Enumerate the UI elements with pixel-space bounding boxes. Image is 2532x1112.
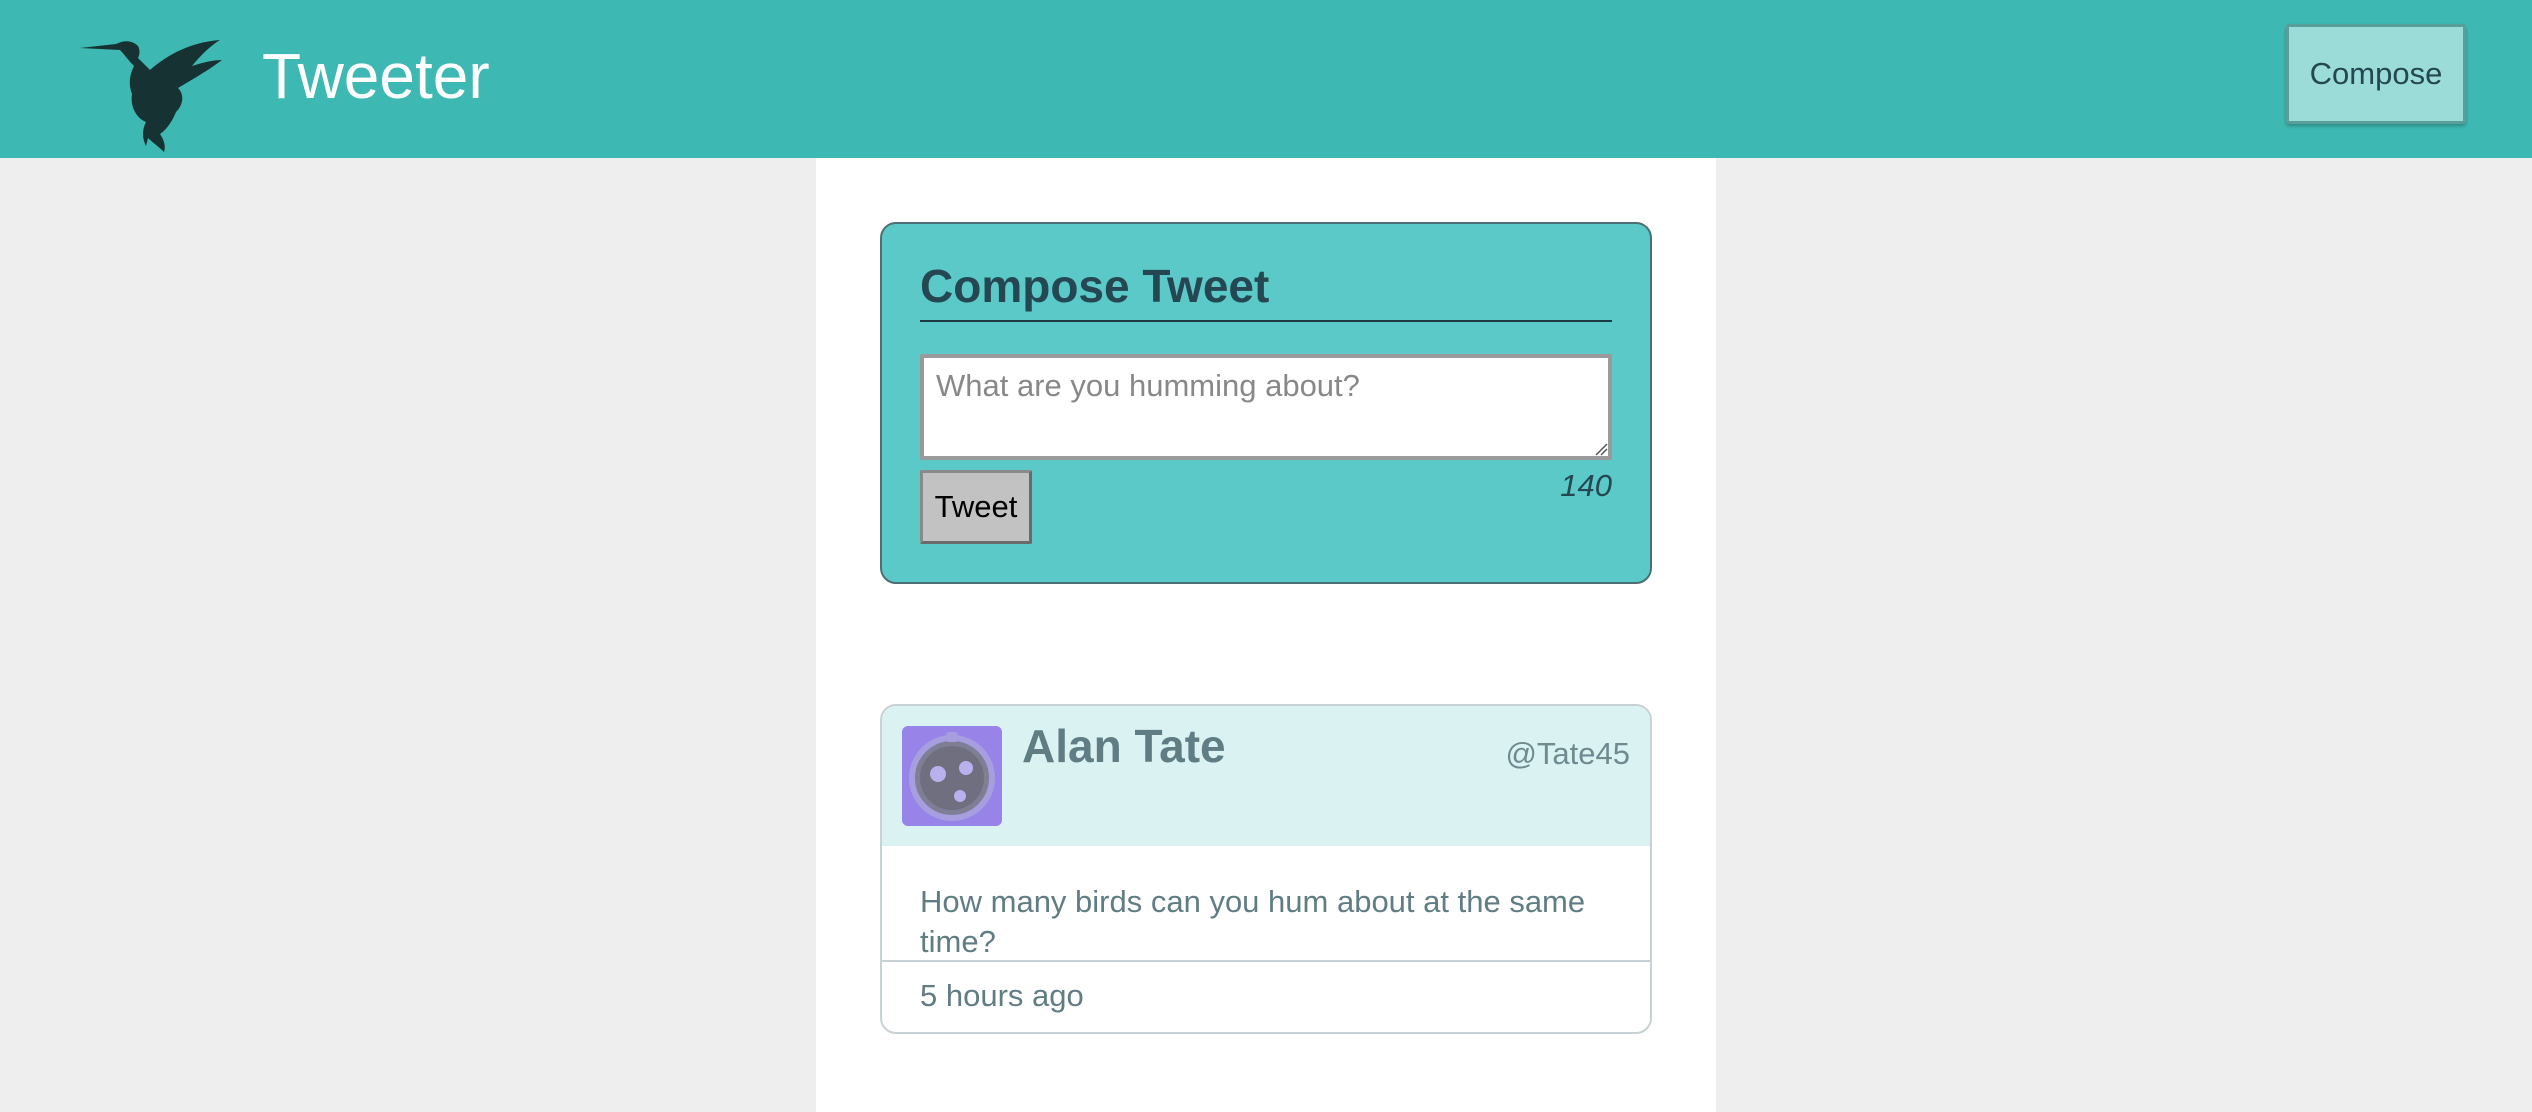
user-avatar-icon <box>902 726 1002 826</box>
compose-tweet-panel: Compose Tweet Tweet 140 <box>880 222 1652 584</box>
tweet-header: Alan Tate @Tate45 <box>882 706 1650 846</box>
tweet-textarea[interactable] <box>920 354 1612 460</box>
character-counter: 140 <box>1560 468 1612 503</box>
tweet-content: How many birds can you hum about at the … <box>920 884 1586 959</box>
app-title: Tweeter <box>262 40 490 112</box>
tweet-submit-button[interactable]: Tweet <box>920 470 1032 544</box>
tweet-footer-divider <box>882 960 1650 962</box>
tweet-timestamp: 5 hours ago <box>920 978 1084 1013</box>
tweet-card: Alan Tate @Tate45 How many birds can you… <box>880 704 1652 1034</box>
main-container: Compose Tweet Tweet 140 Alan Tate @Tat <box>816 158 1716 1112</box>
compose-nav-button[interactable]: Compose <box>2286 24 2466 124</box>
top-nav: Tweeter Compose <box>0 0 2532 158</box>
hummingbird-icon <box>80 40 222 152</box>
tweet-author-name: Alan Tate <box>1022 720 1226 772</box>
compose-heading: Compose Tweet <box>920 260 1612 322</box>
tweet-author-handle: @Tate45 <box>1505 736 1630 771</box>
